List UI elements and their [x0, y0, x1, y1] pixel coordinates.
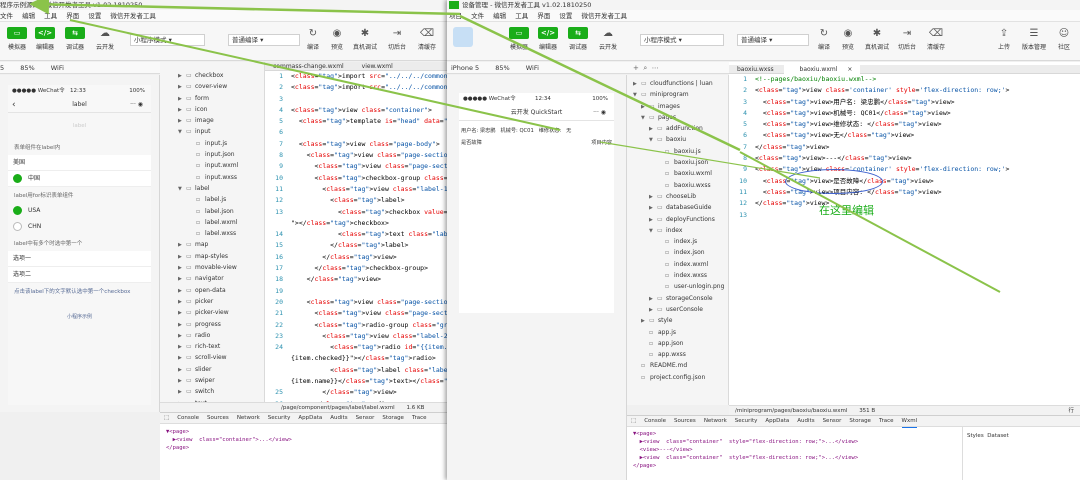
arrow-to-code-line: [459, 14, 741, 152]
annotation-arrows: [29, 0, 1001, 293]
arrow-cross: [69, 19, 561, 131]
arrow-to-left-title: [29, 0, 461, 16]
arrow-to-simulator: [739, 151, 1001, 293]
arrow-to-item: [599, 141, 821, 179]
